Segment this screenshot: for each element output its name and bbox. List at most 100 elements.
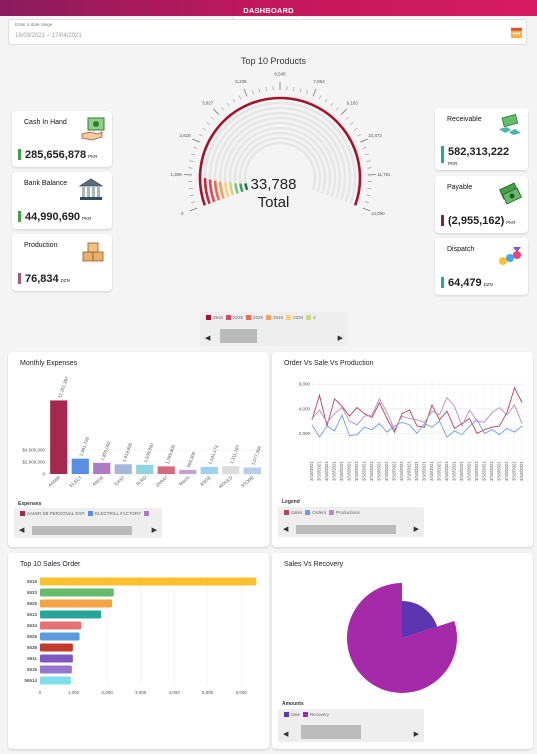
gauge-tick bbox=[189, 194, 194, 197]
gauge-tick bbox=[357, 134, 362, 137]
bar bbox=[157, 466, 175, 474]
legend-item[interactable]: ELECTRILL FACTORY bbox=[85, 511, 141, 516]
tab-dashboard[interactable]: DASHBOARD bbox=[235, 3, 302, 19]
payable-card: Payable (2,955,162) PKR bbox=[435, 176, 528, 233]
legend-item[interactable]: AAMIR SB PERSONAL EXP. bbox=[17, 511, 85, 516]
scroll-left-icon[interactable]: ◀ bbox=[283, 526, 288, 533]
scroll-left-icon[interactable]: ◀ bbox=[283, 731, 288, 738]
calendar-icon[interactable] bbox=[510, 26, 523, 39]
top-products-legend-scroll[interactable]: ◀ ▶ bbox=[203, 329, 345, 343]
cash-in-hand-value: 285,656,878 PKR bbox=[25, 149, 98, 161]
order-sale-production-card: Order Vs Sale Vs Production 2,000 4,000 6,… bbox=[272, 352, 533, 547]
top-sales-order-title: Top 10 Sales Order bbox=[20, 561, 81, 568]
gauge-scale-label: 7,854 bbox=[313, 79, 325, 84]
x-tick-label: 3/18/2021 bbox=[519, 461, 524, 482]
money-exchange-icon bbox=[499, 113, 521, 135]
gauge-tick bbox=[366, 160, 371, 162]
x-tick-label: CAST bbox=[113, 475, 126, 487]
y-tick-label: 5526 bbox=[27, 634, 38, 639]
bar bbox=[40, 588, 114, 597]
scroll-right-icon[interactable]: ▶ bbox=[338, 335, 343, 342]
gauge-tick bbox=[318, 95, 322, 100]
scroll-right-icon[interactable]: ▶ bbox=[152, 527, 157, 534]
monthly-expenses-chart: 0 $2,000,000 $4,000,000 12,261,397 AAMIR 2,56… bbox=[22, 375, 263, 489]
production-accent bbox=[18, 273, 21, 284]
legend-item[interactable]: 2 bbox=[303, 315, 316, 320]
boxes-icon bbox=[82, 242, 104, 262]
scroll-thumb[interactable] bbox=[296, 525, 396, 534]
gauge-tick bbox=[198, 134, 203, 137]
x-tick-label: STORE bbox=[240, 475, 255, 489]
y-tick-label: $4,000,000 bbox=[22, 448, 45, 453]
expenses-legend-scroll[interactable]: ◀ ▶ bbox=[17, 526, 159, 535]
gauge-tick bbox=[202, 127, 207, 131]
gauge-value-arc bbox=[223, 182, 230, 198]
legend-item[interactable]: Sale bbox=[281, 712, 300, 717]
gauge-tick bbox=[211, 116, 215, 120]
date-range-input[interactable]: 18/03/2021 – 17/04/2021 bbox=[15, 33, 82, 39]
data-label: 693,300 bbox=[186, 451, 196, 468]
bar bbox=[40, 621, 82, 630]
scroll-thumb[interactable] bbox=[32, 526, 132, 535]
scroll-right-icon[interactable]: ▶ bbox=[414, 731, 419, 738]
scroll-right-icon[interactable]: ▶ bbox=[414, 526, 419, 533]
data-label: 2,561,728 bbox=[78, 436, 90, 457]
top-nav-bar: DASHBOARD bbox=[0, 0, 537, 19]
x-tick-label: 3/18/2021 bbox=[399, 461, 404, 482]
legend-item[interactable]: Orders bbox=[302, 510, 326, 515]
gauge-scale-label: 5,236 bbox=[235, 79, 247, 84]
receivable-card: Receivable 582,313,222 PKR bbox=[435, 108, 528, 170]
bar bbox=[71, 458, 89, 474]
gauge-tick bbox=[299, 88, 302, 93]
monthly-expenses-card: Monthly Expenses 0 $2,000,000 $4,000,000 12… bbox=[8, 352, 269, 547]
legend-item[interactable]: 2915 bbox=[203, 315, 223, 320]
scroll-thumb[interactable] bbox=[301, 725, 361, 739]
dispatch-accent bbox=[441, 277, 444, 288]
y-tick-label: 2,000 bbox=[299, 431, 311, 436]
x-tick-label: 3/18/2021 bbox=[309, 461, 314, 482]
x-tick-label: 3/18/2021 bbox=[474, 461, 479, 482]
gauge-tick bbox=[345, 116, 349, 120]
gauge-scale-label: 6,545 bbox=[274, 72, 286, 77]
production-title: Production bbox=[24, 242, 58, 249]
bar bbox=[40, 577, 257, 586]
gauge-total-value: 33,788 bbox=[250, 176, 297, 193]
gauge-tick bbox=[191, 201, 196, 203]
gauge-tick bbox=[206, 122, 211, 125]
scroll-left-icon[interactable]: ◀ bbox=[205, 335, 210, 342]
legend-item[interactable]: Recovery bbox=[300, 712, 329, 717]
amounts-legend-scroll[interactable]: ◀ ▶ bbox=[281, 725, 421, 739]
gauge-tick bbox=[366, 194, 371, 197]
legend-item[interactable]: Sales bbox=[281, 510, 302, 515]
payable-title: Payable bbox=[447, 184, 473, 191]
legend-item[interactable] bbox=[141, 511, 151, 516]
y-tick-label: 5513 bbox=[27, 612, 38, 617]
legend-item[interactable]: 2234 bbox=[283, 315, 303, 320]
scroll-left-icon[interactable]: ◀ bbox=[19, 527, 24, 534]
y-tick-label: 0 bbox=[42, 472, 45, 477]
x-tick-label: 3/18/2021 bbox=[354, 461, 359, 482]
gauge-value-arc bbox=[208, 179, 216, 203]
cash-bills-icon bbox=[499, 182, 522, 205]
bar bbox=[40, 654, 73, 663]
legend-item[interactable]: 2915 bbox=[263, 315, 283, 320]
dispatch-title: Dispatch bbox=[447, 246, 475, 253]
gauge-tick bbox=[362, 207, 371, 212]
dispatch-card: Dispatch 64,479 DZN bbox=[435, 238, 528, 295]
gauge-value-arc bbox=[213, 180, 221, 201]
x-tick-label: 3/18/2021 bbox=[362, 461, 367, 482]
legend-item[interactable]: 2225 bbox=[223, 315, 243, 320]
x-tick-label: 3/18/2021 bbox=[437, 461, 442, 482]
osp-legend-scroll[interactable]: ◀ ▶ bbox=[281, 525, 421, 534]
legend-item[interactable]: Productions bbox=[326, 510, 360, 515]
x-tick-label: 3/18/2021 bbox=[429, 461, 434, 482]
x-tick-label: 3/18/2021 bbox=[482, 461, 487, 482]
legend-item[interactable]: 2225 bbox=[243, 315, 263, 320]
gauge-tick bbox=[243, 88, 248, 97]
date-range-label: Enter a date range bbox=[15, 22, 53, 27]
scroll-thumb[interactable] bbox=[220, 329, 257, 343]
x-tick-label: ANGE bbox=[199, 475, 212, 487]
x-tick-label: ELECT bbox=[69, 475, 84, 488]
gauge-tick bbox=[191, 153, 196, 156]
date-range-field[interactable]: Enter a date range 18/03/2021 – 17/04/20… bbox=[8, 19, 527, 45]
